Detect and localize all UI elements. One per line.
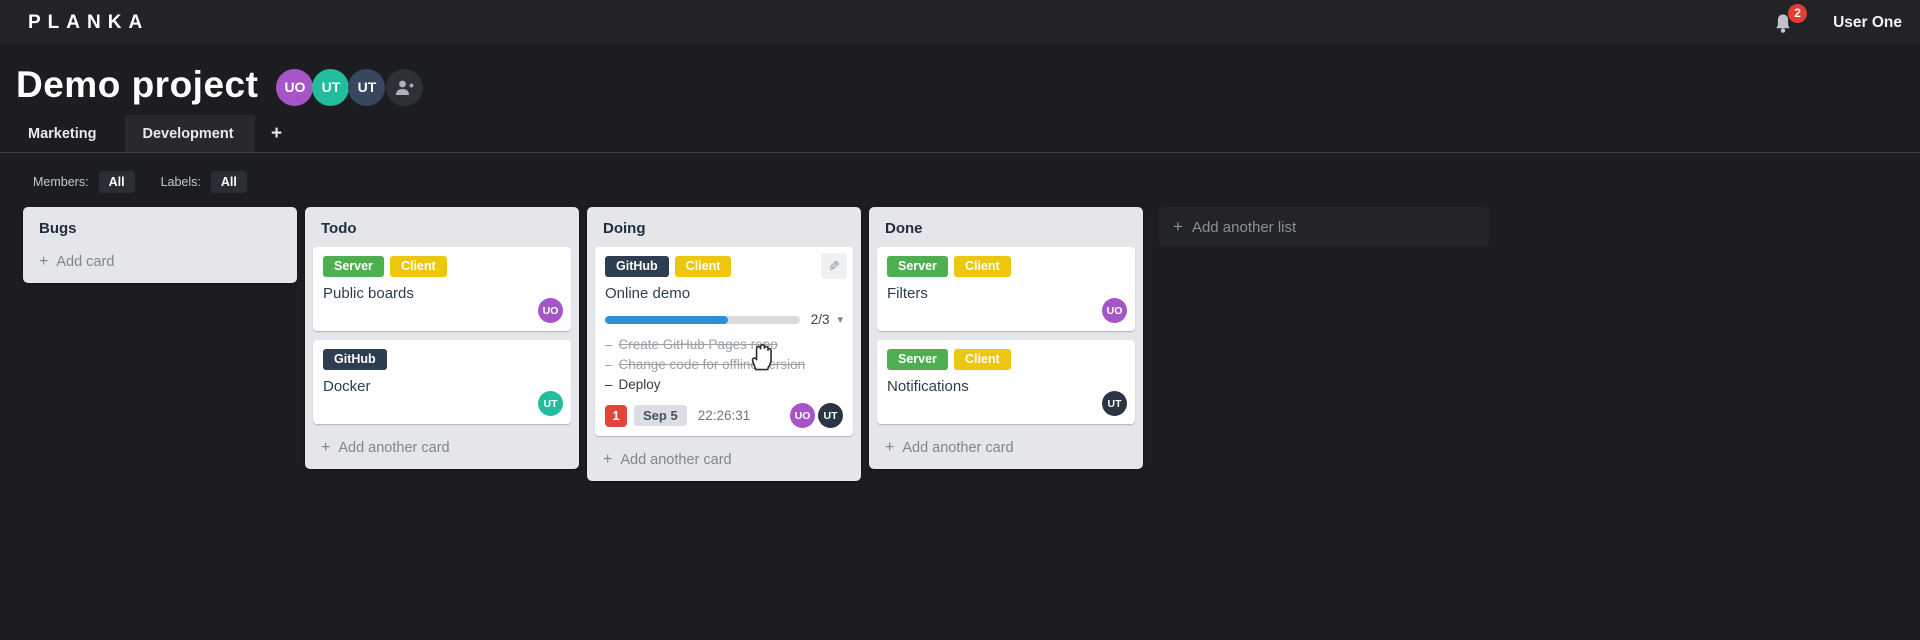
- project-title[interactable]: Demo project: [16, 64, 258, 106]
- card-label[interactable]: Client: [953, 349, 1011, 370]
- tab-development[interactable]: Development: [124, 115, 255, 152]
- avatar[interactable]: UT: [818, 403, 843, 428]
- add-card-button[interactable]: + Add another card: [313, 433, 571, 461]
- avatar[interactable]: UT: [312, 68, 350, 106]
- task-list: – Create GitHub Pages repo – Change code…: [605, 335, 843, 395]
- card-public-boards[interactable]: Server Client Public boards UO: [313, 247, 571, 331]
- notification-count-badge: 2: [1788, 3, 1808, 23]
- add-card-button[interactable]: + Add another card: [877, 433, 1135, 461]
- add-list-label: Add another list: [1191, 218, 1297, 236]
- app-bar: PLANKA 2 User One: [0, 0, 1920, 45]
- card-title: Filters: [887, 285, 928, 302]
- add-member-button[interactable]: [386, 68, 424, 106]
- card-footer: 1 Sep 5 22:26:31 UO UT: [605, 403, 843, 428]
- avatar[interactable]: UO: [538, 298, 563, 323]
- labels-filter-value[interactable]: All: [210, 171, 247, 193]
- add-card-button[interactable]: + Add another card: [595, 445, 853, 473]
- timer-value[interactable]: 22:26:31: [698, 408, 751, 423]
- task-bullet: –: [605, 337, 613, 352]
- list-title[interactable]: Doing: [595, 214, 853, 247]
- card-label[interactable]: Server: [887, 256, 948, 277]
- card-title: Docker: [323, 378, 371, 395]
- plus-icon: +: [885, 439, 895, 456]
- task-text: Deploy: [618, 377, 661, 392]
- tasks-progress: 2/3 ▾: [605, 312, 843, 327]
- avatar[interactable]: UO: [1102, 298, 1127, 323]
- board-tabs: Marketing Development +: [0, 115, 1920, 153]
- add-card-label: Add another card: [902, 440, 1014, 456]
- plus-icon: +: [1173, 217, 1183, 236]
- task-text: Create GitHub Pages repo: [618, 337, 778, 352]
- members-filter-label: Members:: [33, 175, 89, 189]
- avatar[interactable]: UT: [538, 391, 563, 416]
- add-card-button[interactable]: + Add card: [31, 247, 289, 275]
- progress-bar: [605, 315, 800, 324]
- card-label[interactable]: Server: [887, 349, 948, 370]
- list-title[interactable]: Bugs: [31, 214, 289, 247]
- labels-filter-label: Labels:: [160, 175, 201, 189]
- task-bullet: –: [605, 357, 613, 372]
- pencil-icon: ✎: [828, 257, 840, 274]
- plus-icon: +: [270, 122, 283, 144]
- filter-bar: Members: All Labels: All: [0, 153, 1920, 197]
- planka-logo: PLANKA: [28, 11, 150, 33]
- tasks-count: 2/3: [810, 312, 830, 327]
- plus-icon: +: [321, 439, 331, 456]
- add-card-label: Add another card: [620, 452, 732, 468]
- user-menu[interactable]: User One: [1833, 14, 1902, 32]
- list-doing: Doing ✎ GitHub Client Online demo 2/3 ▾ …: [587, 207, 861, 481]
- add-card-label: Add card: [56, 254, 115, 270]
- notifications-button[interactable]: 2: [1773, 3, 1808, 36]
- task-item: – Create GitHub Pages repo: [605, 335, 843, 355]
- plus-icon: +: [603, 451, 613, 468]
- due-date-chip[interactable]: Sep 5: [634, 405, 687, 426]
- card-online-demo[interactable]: ✎ GitHub Client Online demo 2/3 ▾ – Crea…: [595, 247, 853, 436]
- card-label[interactable]: Server: [323, 256, 384, 277]
- list-bugs: Bugs + Add card: [23, 207, 297, 283]
- avatar[interactable]: UT: [348, 68, 386, 106]
- card-title: Notifications: [887, 378, 969, 395]
- card-label[interactable]: Client: [674, 256, 732, 277]
- project-members: UO UT UT: [276, 68, 424, 106]
- members-filter-value[interactable]: All: [98, 171, 135, 193]
- card-label[interactable]: Client: [953, 256, 1011, 277]
- task-text: Change code for offline version: [618, 357, 806, 372]
- add-board-button[interactable]: +: [255, 115, 299, 152]
- list-title[interactable]: Todo: [313, 214, 571, 247]
- project-header: Demo project UO UT UT: [0, 45, 1920, 111]
- tab-marketing[interactable]: Marketing: [0, 115, 125, 152]
- edit-card-icon[interactable]: ✎: [821, 253, 847, 279]
- card-docker[interactable]: GitHub Docker UT: [313, 340, 571, 424]
- card-label[interactable]: GitHub: [605, 256, 669, 277]
- kanban-board: Bugs + Add card Todo Server Client Publi…: [0, 197, 1920, 481]
- card-filters[interactable]: Server Client Filters UO: [877, 247, 1135, 331]
- add-card-label: Add another card: [338, 440, 450, 456]
- avatar[interactable]: UO: [790, 403, 815, 428]
- card-label[interactable]: GitHub: [323, 349, 387, 370]
- list-done: Done Server Client Filters UO Server Cli…: [869, 207, 1143, 469]
- card-title: Public boards: [323, 285, 414, 302]
- add-user-icon: [396, 80, 415, 95]
- card-label[interactable]: Client: [389, 256, 447, 277]
- task-item: – Change code for offline version: [605, 355, 843, 375]
- list-title[interactable]: Done: [877, 214, 1135, 247]
- avatar[interactable]: UT: [1102, 391, 1127, 416]
- add-list-button[interactable]: + Add another list: [1159, 207, 1489, 247]
- avatar[interactable]: UO: [276, 68, 314, 106]
- card-title: Online demo: [605, 285, 691, 302]
- progress-fill: [605, 315, 728, 324]
- card-notifications[interactable]: Server Client Notifications UT: [877, 340, 1135, 424]
- task-item: – Deploy: [605, 375, 843, 395]
- task-bullet: –: [605, 377, 613, 392]
- notification-count-badge: 1: [605, 404, 627, 427]
- plus-icon: +: [39, 253, 49, 270]
- list-todo: Todo Server Client Public boards UO GitH…: [305, 207, 579, 469]
- chevron-down-icon[interactable]: ▾: [837, 313, 843, 326]
